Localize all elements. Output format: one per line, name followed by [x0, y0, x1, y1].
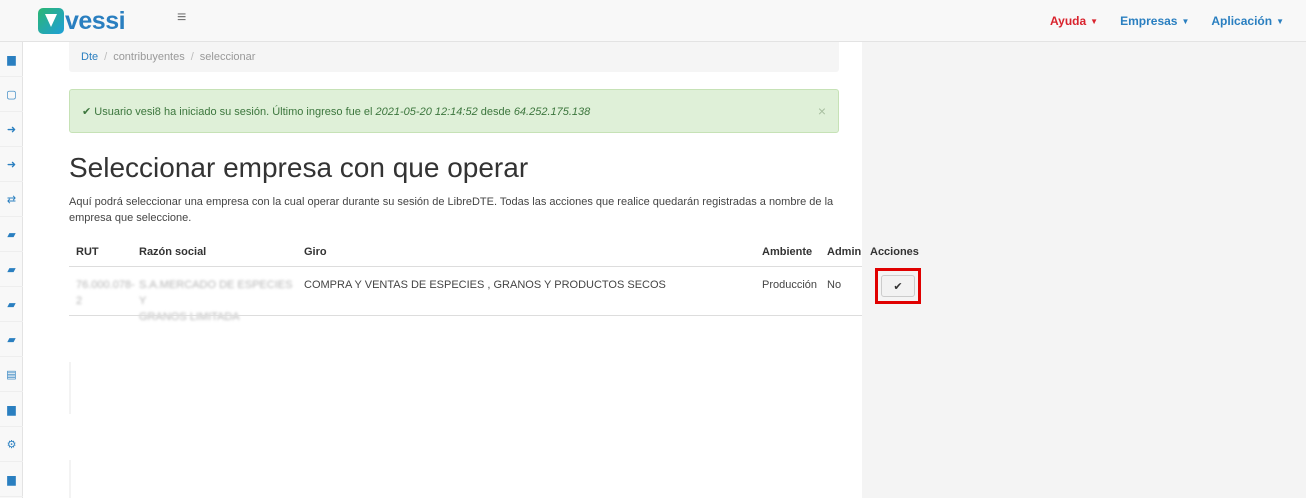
- page-description: Aquí podrá seleccionar una empresa con l…: [69, 196, 834, 224]
- th-rut: RUT: [76, 246, 99, 258]
- cell-rut-line2: 2: [76, 295, 83, 307]
- alert-close-button[interactable]: ×: [818, 103, 826, 119]
- highlight-box: [875, 268, 921, 304]
- book-icon: ▰: [7, 333, 16, 346]
- th-ambiente: Ambiente: [762, 246, 813, 258]
- breadcrumb-contribuyentes: contribuyentes: [113, 51, 185, 63]
- logo-text: vessi: [65, 6, 126, 35]
- sign-in-icon: ➜: [6, 158, 17, 171]
- caret-down-icon: ▼: [1181, 17, 1190, 26]
- top-nav-menu: Ayuda ▼ Empresas ▼ Aplicación ▼: [1050, 0, 1306, 42]
- sidebar-item-7[interactable]: ▰: [0, 252, 23, 287]
- book-icon: ▰: [7, 263, 16, 276]
- file-blank-icon: ▢: [6, 88, 17, 101]
- sidebar-item-3[interactable]: ➜: [0, 112, 23, 147]
- nav-empresas-label: Empresas: [1120, 14, 1178, 28]
- menu-toggle-icon[interactable]: ≡: [177, 9, 186, 27]
- alert-text-middle: desde: [480, 106, 511, 118]
- right-panel: [862, 42, 1306, 498]
- cell-rut-line1: 76.000.078-: [76, 279, 135, 291]
- breadcrumb-dte[interactable]: Dte: [81, 51, 98, 63]
- cell-razon-line2: GRANOS LIMITADA: [139, 311, 240, 323]
- sign-out-icon: ➜: [6, 123, 17, 136]
- cell-rut: 76.000.078- 2: [76, 277, 135, 309]
- cell-ambiente: Producción: [762, 279, 818, 291]
- breadcrumb-separator: /: [104, 51, 108, 63]
- sidebar-item-2[interactable]: ▢: [0, 77, 23, 112]
- file-icon: ▆: [7, 473, 16, 486]
- cell-razon-line1: S.A.MERCADO DE ESPECIES Y: [139, 279, 293, 307]
- caret-down-icon: ▼: [1276, 17, 1284, 26]
- cell-giro: COMPRA Y VENTAS DE ESPECIES , GRANOS Y P…: [304, 279, 666, 291]
- sidebar-item-6[interactable]: ▰: [0, 217, 23, 252]
- breadcrumb-separator: /: [190, 51, 194, 63]
- page-title: Seleccionar empresa con que operar: [69, 152, 529, 183]
- alert-ip: 64.252.175.138: [513, 106, 591, 118]
- book-icon: ▰: [7, 228, 16, 241]
- nav-ayuda[interactable]: Ayuda ▼: [1050, 14, 1098, 28]
- sidebar-item-1[interactable]: ▆: [0, 42, 23, 77]
- sidebar-item-12[interactable]: ⚙: [0, 427, 23, 462]
- sidebar-item-8[interactable]: ▰: [0, 287, 23, 322]
- exchange-icon: ⇄: [6, 193, 17, 206]
- decorative-line: [69, 460, 71, 498]
- decorative-line: [69, 362, 71, 414]
- sidebar-item-5[interactable]: ⇄: [0, 182, 23, 217]
- check-icon: ✔: [82, 106, 92, 118]
- sidebar-item-11[interactable]: ▆: [0, 392, 23, 427]
- login-success-alert: ✔ Usuario vesi8 ha iniciado su sesión. Ú…: [69, 89, 839, 133]
- app-logo[interactable]: vessi: [38, 6, 126, 36]
- th-acciones: Acciones: [870, 246, 919, 258]
- nav-aplicacion[interactable]: Aplicación ▼: [1211, 14, 1284, 28]
- archive-icon: ▤: [6, 368, 17, 381]
- cell-razon-social: S.A.MERCADO DE ESPECIES Y GRANOS LIMITAD…: [139, 277, 299, 325]
- breadcrumb-seleccionar: seleccionar: [199, 51, 256, 63]
- alert-text-prefix: Usuario vesi8 ha iniciado su sesión. Últ…: [94, 106, 373, 118]
- th-razon-social: Razón social: [139, 246, 207, 258]
- nav-ayuda-label: Ayuda: [1049, 14, 1087, 28]
- alert-datetime: 2021-05-20 12:14:52: [375, 106, 478, 118]
- sidebar-item-9[interactable]: ▰: [0, 322, 23, 357]
- th-giro: Giro: [304, 246, 327, 258]
- sidebar: ▆ ▢ ➜ ➜ ⇄ ▰ ▰ ▰ ▰ ▤ ▆ ⚙ ▆: [0, 42, 23, 498]
- sidebar-item-4[interactable]: ➜: [0, 147, 23, 182]
- cogs-icon: ⚙: [6, 438, 17, 451]
- nav-empresas[interactable]: Empresas ▼: [1120, 14, 1189, 28]
- breadcrumb: Dte / contribuyentes / seleccionar: [69, 42, 839, 72]
- cell-admin: No: [827, 279, 842, 291]
- file-icon: ▆: [7, 53, 16, 66]
- sidebar-item-13[interactable]: ▆: [0, 462, 23, 497]
- top-navbar: vessi ≡ Ayuda ▼ Empresas ▼ Aplicación ▼: [0, 0, 1306, 42]
- th-admin: Admin: [827, 246, 862, 258]
- nav-aplicacion-label: Aplicación: [1211, 14, 1273, 28]
- table-header-divider: [69, 266, 862, 267]
- table-row-divider: [69, 315, 862, 316]
- sidebar-item-10[interactable]: ▤: [0, 357, 23, 392]
- logo-mark-icon: [38, 8, 64, 34]
- file-icon: ▆: [7, 403, 16, 416]
- caret-down-icon: ▼: [1090, 17, 1099, 26]
- book-icon: ▰: [7, 298, 16, 311]
